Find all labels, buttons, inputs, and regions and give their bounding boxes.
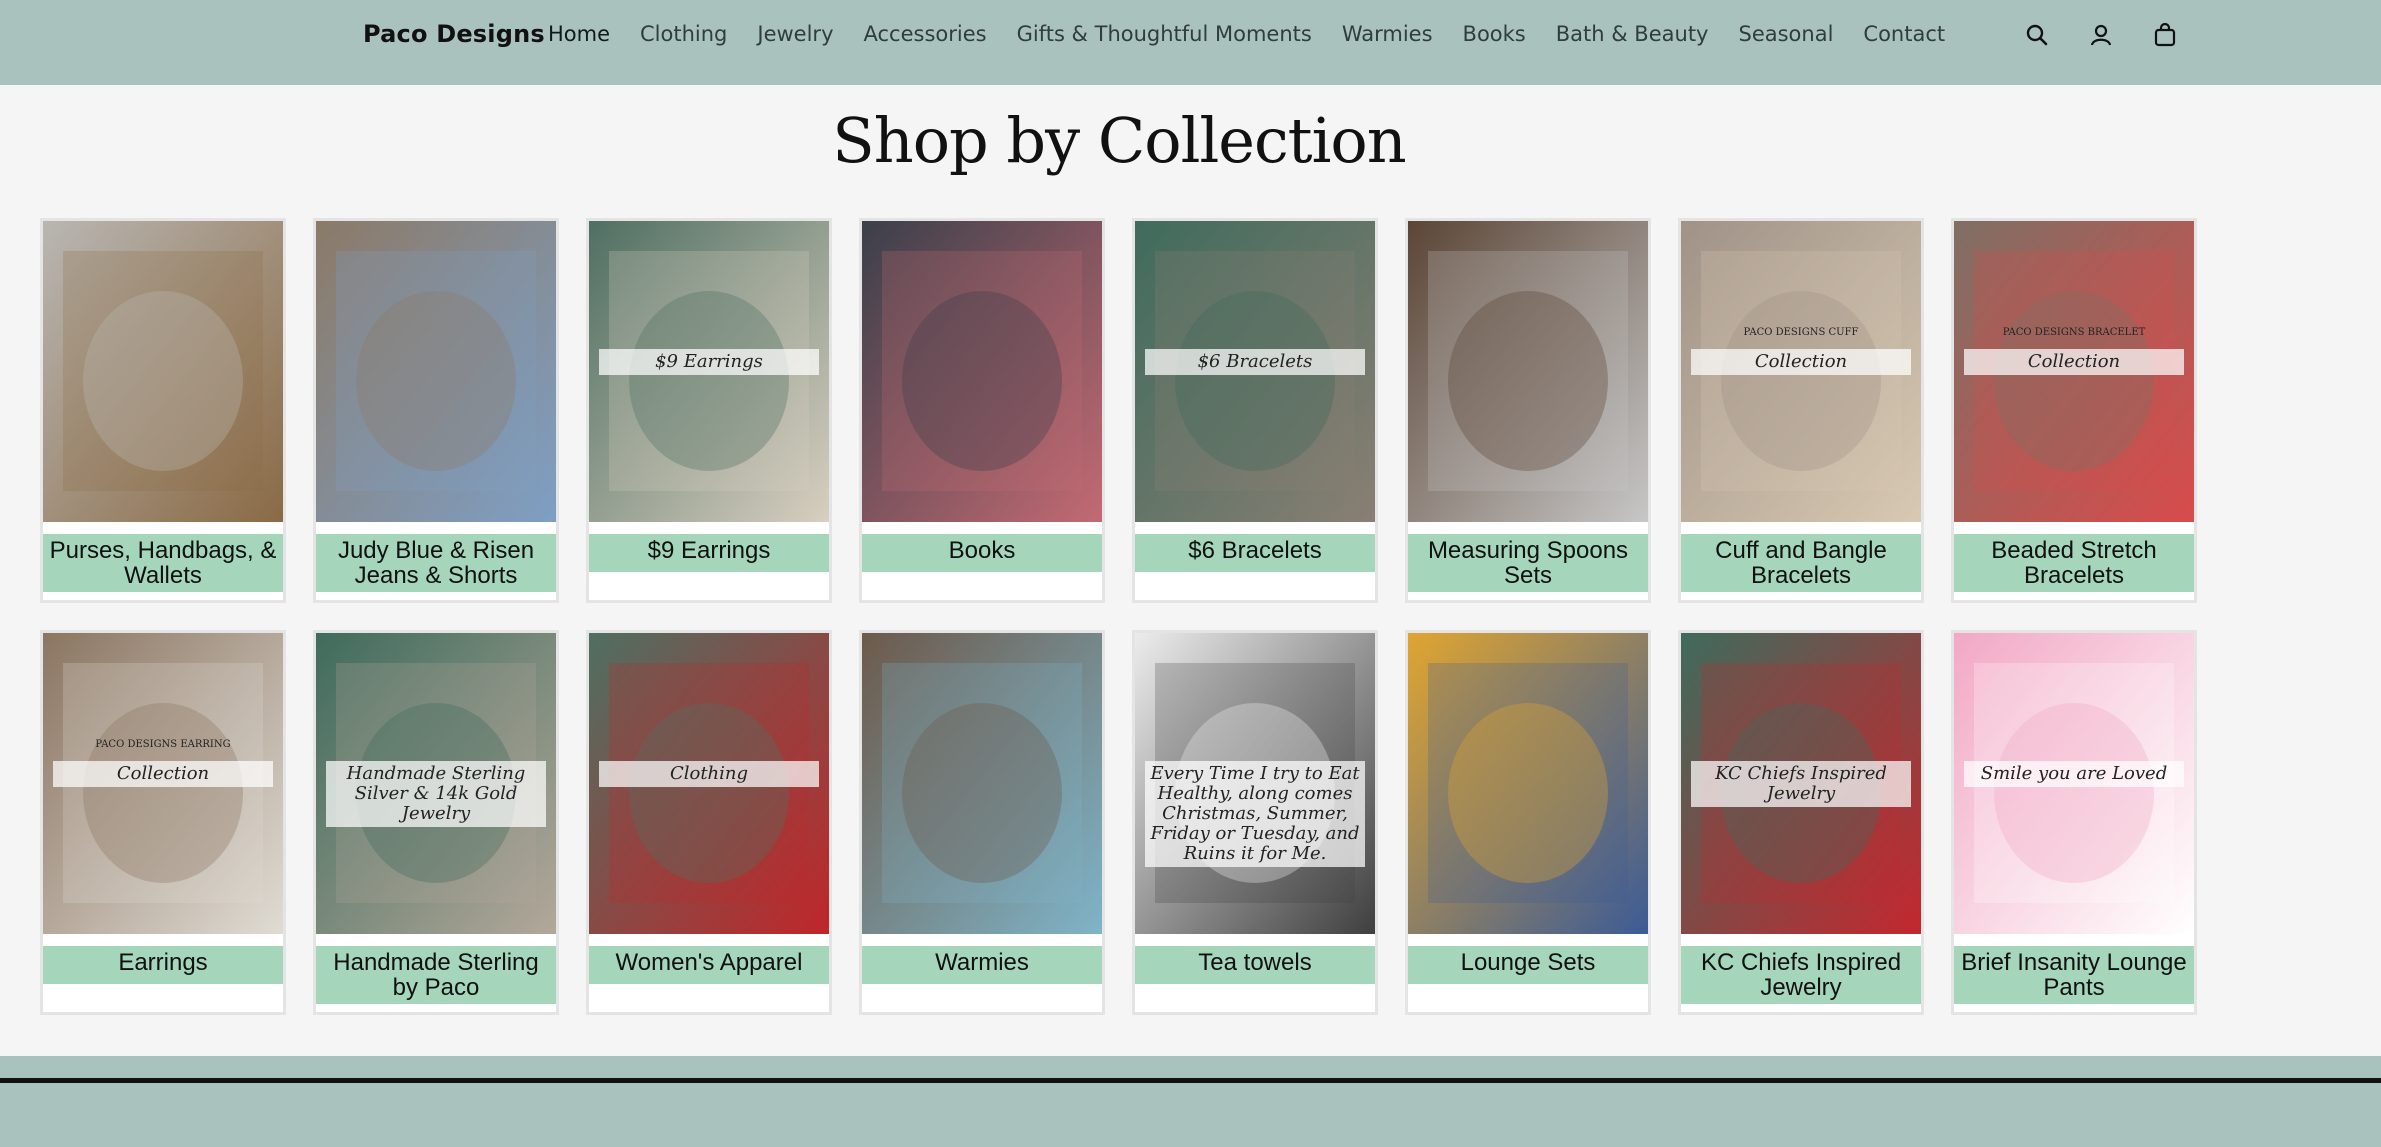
nav-clothing[interactable]: Clothing bbox=[640, 22, 727, 46]
collection-image[interactable] bbox=[1408, 221, 1648, 522]
nav-warmies[interactable]: Warmies bbox=[1342, 22, 1433, 46]
collection-card[interactable]: Clothing Women's Apparel bbox=[586, 630, 832, 1015]
collection-image-overlay-text: $9 Earrings bbox=[599, 349, 819, 375]
collection-card[interactable]: Judy Blue & Risen Jeans & Shorts bbox=[313, 218, 559, 603]
collection-grid: Purses, Handbags, & Wallets Judy Blue & … bbox=[40, 218, 2197, 1015]
collection-image-kicker-text: PACO DESIGNS EARRING bbox=[95, 739, 231, 750]
brand-logo[interactable]: Paco Designs bbox=[363, 20, 545, 48]
nav-home[interactable]: Home bbox=[548, 22, 610, 46]
cart-icon[interactable] bbox=[2150, 20, 2180, 50]
collection-image[interactable] bbox=[862, 633, 1102, 934]
collection-image-overlay-text: Handmade Sterling Silver & 14k Gold Jewe… bbox=[326, 761, 546, 827]
site-header: Paco Designs Home Clothing Jewelry Acces… bbox=[0, 0, 2381, 85]
collection-label[interactable]: Beaded Stretch Bracelets bbox=[1954, 534, 2194, 592]
collection-image[interactable]: $6 Bracelets bbox=[1135, 221, 1375, 522]
collection-image[interactable]: Smile you are Loved bbox=[1954, 633, 2194, 934]
site-footer bbox=[0, 1056, 2381, 1147]
collection-image[interactable] bbox=[316, 221, 556, 522]
collection-card[interactable]: Handmade Sterling Silver & 14k Gold Jewe… bbox=[313, 630, 559, 1015]
collection-image-overlay-text: Every Time I try to Eat Healthy, along c… bbox=[1145, 761, 1365, 867]
nav-books[interactable]: Books bbox=[1463, 22, 1526, 46]
collection-card[interactable]: Books bbox=[859, 218, 1105, 603]
collection-label[interactable]: Measuring Spoons Sets bbox=[1408, 534, 1648, 592]
collection-card[interactable]: $9 Earrings $9 Earrings bbox=[586, 218, 832, 603]
collection-card[interactable]: Collection PACO DESIGNS EARRING Earrings bbox=[40, 630, 286, 1015]
footer-divider bbox=[0, 1078, 2381, 1083]
collection-card[interactable]: Collection PACO DESIGNS BRACELET Beaded St… bbox=[1951, 218, 2197, 603]
collection-label[interactable]: Tea towels bbox=[1135, 946, 1375, 984]
main-nav: Home Clothing Jewelry Accessories Gifts … bbox=[548, 22, 1945, 46]
collection-label[interactable]: Earrings bbox=[43, 946, 283, 984]
search-icon[interactable] bbox=[2022, 20, 2052, 50]
collection-image-overlay-text: Collection bbox=[53, 761, 273, 787]
collection-card[interactable]: Warmies bbox=[859, 630, 1105, 1015]
collection-image-overlay-text: Smile you are Loved bbox=[1964, 761, 2184, 787]
collection-image-overlay-text: Clothing bbox=[599, 761, 819, 787]
nav-seasonal[interactable]: Seasonal bbox=[1738, 22, 1833, 46]
collection-image-overlay-text: $6 Bracelets bbox=[1145, 349, 1365, 375]
nav-jewelry[interactable]: Jewelry bbox=[757, 22, 833, 46]
collection-label[interactable]: Judy Blue & Risen Jeans & Shorts bbox=[316, 534, 556, 592]
collection-label[interactable]: Brief Insanity Lounge Pants bbox=[1954, 946, 2194, 1004]
collection-image-overlay-text: Collection bbox=[1691, 349, 1911, 375]
collection-label[interactable]: $9 Earrings bbox=[589, 534, 829, 572]
collection-label[interactable]: Books bbox=[862, 534, 1102, 572]
collection-image[interactable]: $9 Earrings bbox=[589, 221, 829, 522]
collection-image[interactable]: Collection PACO DESIGNS EARRING bbox=[43, 633, 283, 934]
collection-card[interactable]: Every Time I try to Eat Healthy, along c… bbox=[1132, 630, 1378, 1015]
collection-image[interactable]: KC Chiefs Inspired Jewelry bbox=[1681, 633, 1921, 934]
header-icons bbox=[2022, 20, 2180, 50]
nav-contact[interactable]: Contact bbox=[1863, 22, 1945, 46]
collection-card[interactable]: Lounge Sets bbox=[1405, 630, 1651, 1015]
collection-label[interactable]: Cuff and Bangle Bracelets bbox=[1681, 534, 1921, 592]
collection-label[interactable]: Lounge Sets bbox=[1408, 946, 1648, 984]
collection-image[interactable]: Handmade Sterling Silver & 14k Gold Jewe… bbox=[316, 633, 556, 934]
collection-image-kicker-text: PACO DESIGNS CUFF bbox=[1743, 327, 1859, 338]
collection-label[interactable]: KC Chiefs Inspired Jewelry bbox=[1681, 946, 1921, 1004]
collection-card[interactable]: KC Chiefs Inspired Jewelry KC Chiefs Insp… bbox=[1678, 630, 1924, 1015]
collection-image[interactable]: Collection PACO DESIGNS CUFF bbox=[1681, 221, 1921, 522]
collection-image-kicker-text: PACO DESIGNS BRACELET bbox=[2002, 327, 2146, 338]
collection-label[interactable]: $6 Bracelets bbox=[1135, 534, 1375, 572]
collection-image[interactable] bbox=[1408, 633, 1648, 934]
collection-label[interactable]: Handmade Sterling by Paco bbox=[316, 946, 556, 1004]
collection-card[interactable]: Smile you are Loved Brief Insanity Lounge… bbox=[1951, 630, 2197, 1015]
nav-gifts[interactable]: Gifts & Thoughtful Moments bbox=[1017, 22, 1312, 46]
page-title: Shop by Collection bbox=[832, 104, 1406, 177]
collection-image[interactable]: Collection PACO DESIGNS BRACELET bbox=[1954, 221, 2194, 522]
collection-card[interactable]: Measuring Spoons Sets bbox=[1405, 218, 1651, 603]
nav-accessories[interactable]: Accessories bbox=[864, 22, 987, 46]
collection-image[interactable] bbox=[862, 221, 1102, 522]
collection-label[interactable]: Warmies bbox=[862, 946, 1102, 984]
collection-card[interactable]: $6 Bracelets $6 Bracelets bbox=[1132, 218, 1378, 603]
account-icon[interactable] bbox=[2086, 20, 2116, 50]
nav-bath-beauty[interactable]: Bath & Beauty bbox=[1556, 22, 1709, 46]
collection-label[interactable]: Women's Apparel bbox=[589, 946, 829, 984]
collection-card[interactable]: Purses, Handbags, & Wallets bbox=[40, 218, 286, 603]
collection-card[interactable]: Collection PACO DESIGNS CUFF Cuff and Bang… bbox=[1678, 218, 1924, 603]
collection-label[interactable]: Purses, Handbags, & Wallets bbox=[43, 534, 283, 592]
collection-image[interactable] bbox=[43, 221, 283, 522]
collection-image-overlay-text: Collection bbox=[1964, 349, 2184, 375]
collection-image-overlay-text: KC Chiefs Inspired Jewelry bbox=[1691, 761, 1911, 807]
collection-image[interactable]: Clothing bbox=[589, 633, 829, 934]
collection-image[interactable]: Every Time I try to Eat Healthy, along c… bbox=[1135, 633, 1375, 934]
